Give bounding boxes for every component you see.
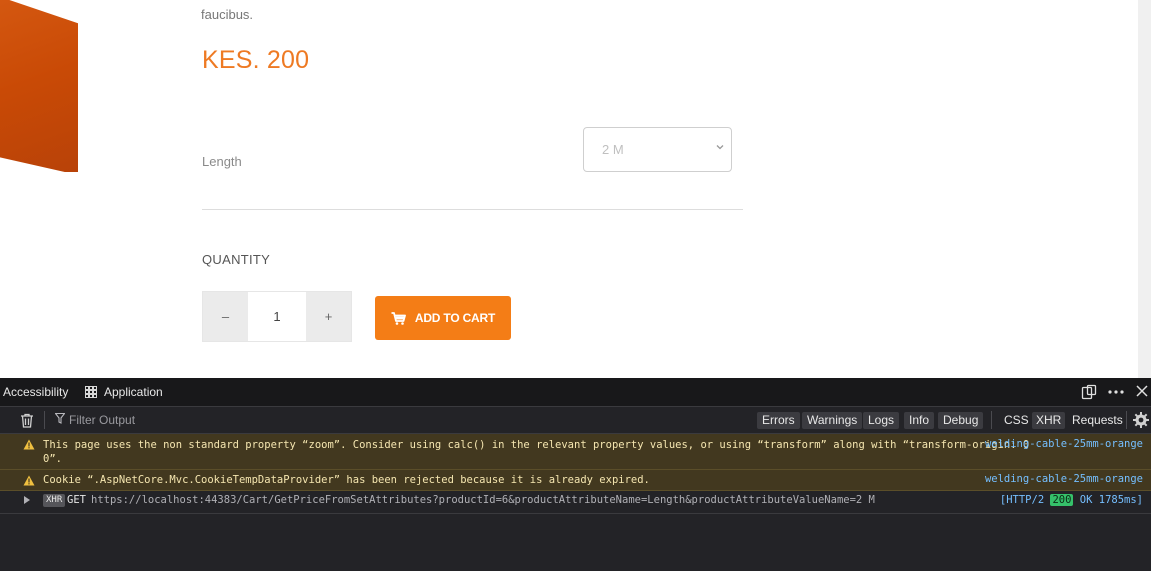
network-request-row[interactable]: XHR GET https://localhost:44383/Cart/Get…: [0, 491, 1151, 514]
tab-application[interactable]: Application: [85, 385, 163, 399]
product-price: KES. 200: [202, 46, 310, 74]
console-warning[interactable]: This page uses the non standard property…: [0, 434, 1151, 470]
filter-info-button[interactable]: Info: [904, 412, 935, 429]
decrement-button[interactable]: –: [203, 292, 248, 341]
length-select[interactable]: 2 M: [583, 127, 732, 172]
devtools-tabs: Accessibility Application: [0, 378, 1151, 407]
request-url[interactable]: https://localhost:44383/Cart/GetPriceFro…: [91, 494, 875, 506]
tab-accessibility[interactable]: Accessibility: [3, 385, 68, 399]
tab-application-label: Application: [104, 385, 163, 399]
expand-arrow-icon[interactable]: [24, 496, 30, 504]
filter-errors-button[interactable]: Errors: [757, 412, 800, 429]
trash-icon[interactable]: [20, 413, 34, 428]
toolbar-separator: [991, 411, 992, 429]
filter-xhr-button[interactable]: XHR: [1032, 412, 1066, 429]
filter-output-input[interactable]: Filter Output: [54, 412, 136, 427]
filter-warnings-button[interactable]: Warnings: [802, 412, 863, 429]
close-icon[interactable]: [1135, 384, 1149, 401]
request-method: GET: [67, 494, 86, 506]
response-timing: OK 1785ms]: [1079, 494, 1143, 506]
add-to-cart-label: ADD TO CART: [414, 311, 496, 325]
filter-icon: [54, 412, 66, 427]
page-scrollbar[interactable]: [1138, 0, 1151, 378]
filter-requests-button[interactable]: Requests: [1068, 412, 1127, 429]
product-page: faucibus. KES. 200 Length 2 M QUANTITY –…: [0, 0, 1151, 378]
response-protocol: [HTTP/2: [999, 494, 1045, 506]
quantity-stepper: – 1 +: [202, 291, 352, 342]
warning-message-line: 0”.: [43, 453, 62, 465]
dock-side-icon[interactable]: [1081, 384, 1097, 403]
chevron-down-icon: [715, 142, 725, 155]
message-source-link[interactable]: welding-cable-25mm-orange: [985, 438, 1143, 450]
filter-css-button[interactable]: CSS: [1000, 412, 1033, 429]
warning-message-line: This page uses the non standard property…: [43, 439, 1030, 451]
console-warning[interactable]: Cookie “.AspNetCore.Mvc.CookieTempDataPr…: [0, 470, 1151, 491]
application-grid-icon: [85, 386, 97, 398]
toolbar-separator: [1126, 411, 1127, 429]
devtools-panel: Accessibility Application Filter Output …: [0, 378, 1151, 571]
length-select-value: 2 M: [602, 142, 624, 157]
filter-placeholder: Filter Output: [69, 413, 136, 427]
message-source-link[interactable]: welding-cable-25mm-orange: [985, 473, 1143, 485]
quantity-label: QUANTITY: [202, 252, 271, 267]
product-image: [0, 0, 78, 172]
cart-icon: [391, 311, 406, 325]
add-to-cart-button[interactable]: ADD TO CART: [375, 296, 511, 340]
increment-button[interactable]: +: [306, 292, 351, 341]
filter-logs-button[interactable]: Logs: [863, 412, 900, 429]
console-toolbar: Filter Output Errors Warnings Logs Info …: [0, 407, 1151, 434]
xhr-badge: XHR: [43, 494, 66, 507]
quantity-input[interactable]: 1: [248, 292, 306, 341]
section-divider: [202, 209, 743, 210]
response-status: [HTTP/2 200 OK 1785ms]: [1000, 494, 1143, 506]
more-options-icon[interactable]: [1107, 384, 1125, 403]
product-description: faucibus.: [201, 7, 254, 22]
tab-accessibility-label: Accessibility: [3, 385, 69, 399]
warning-icon: [23, 475, 35, 486]
attribute-label: Length: [202, 154, 242, 169]
filter-debug-button[interactable]: Debug: [938, 412, 984, 429]
warning-icon: [23, 439, 35, 450]
status-code-badge: 200: [1050, 494, 1074, 506]
warning-message-line: Cookie “.AspNetCore.Mvc.CookieTempDataPr…: [43, 474, 650, 486]
toolbar-separator: [44, 411, 45, 429]
gear-icon[interactable]: [1132, 411, 1150, 429]
